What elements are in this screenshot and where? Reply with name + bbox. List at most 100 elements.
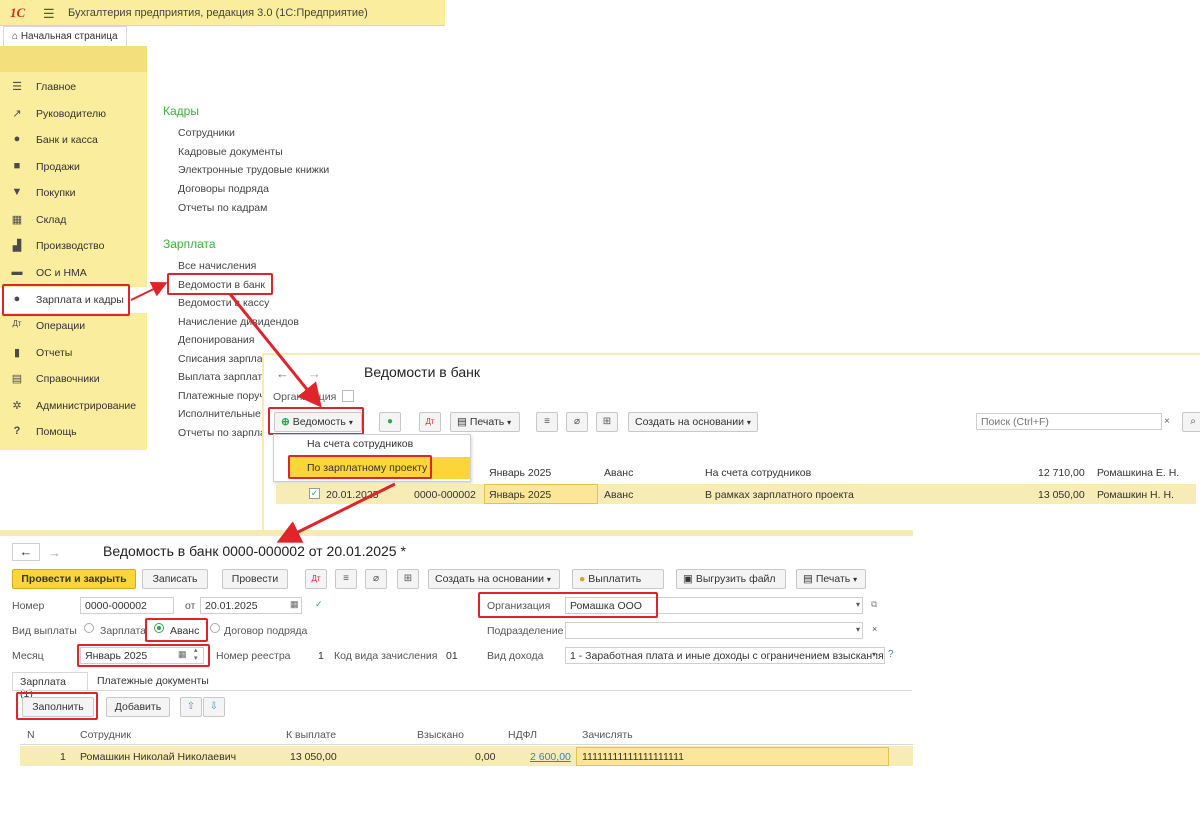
- print-button[interactable]: ▤ Печать ▾: [450, 412, 520, 432]
- sidebar-item-help[interactable]: ? Помощь: [0, 419, 147, 445]
- export-file-button[interactable]: ▣ Выгрузить файл: [676, 569, 786, 589]
- attach-icon[interactable]: ⌀: [566, 412, 588, 432]
- org-filter-checkbox[interactable]: [342, 390, 354, 402]
- sidebar-item-production[interactable]: ▟ Производство: [0, 233, 147, 259]
- copy-document-icon[interactable]: ●: [379, 412, 401, 432]
- menu-link[interactable]: Электронные трудовые книжки: [178, 164, 329, 176]
- chevron-down-icon[interactable]: ▾: [872, 650, 877, 659]
- radio-contract-label: Договор подряда: [224, 625, 308, 637]
- list-icon[interactable]: ≡: [536, 412, 558, 432]
- dt-kt-icon[interactable]: Дт: [305, 569, 327, 589]
- create-based-on-button[interactable]: Создать на основании ▾: [628, 412, 758, 432]
- list-icon[interactable]: ≡: [335, 569, 357, 589]
- truck-icon: ▬: [11, 266, 23, 278]
- dropdown-item-employee-accounts[interactable]: На счета сотрудников: [307, 438, 413, 450]
- sidebar-item-manager[interactable]: ↗ Руководителю: [0, 101, 147, 127]
- posted-checkmark-icon: ✓: [309, 488, 320, 499]
- chevron-down-icon[interactable]: ▾: [856, 600, 860, 609]
- date-field[interactable]: 20.01.2025: [200, 597, 302, 614]
- registry-value[interactable]: 1: [318, 650, 324, 662]
- pay-button[interactable]: ● Выплатить: [572, 569, 664, 589]
- sidebar-item-admin[interactable]: ✲ Администрирование: [0, 393, 147, 419]
- sidebar-item-label: Руководителю: [36, 108, 107, 120]
- menu-link[interactable]: Начисление дивидендов: [178, 316, 299, 328]
- sidebar-item-assets[interactable]: ▬ ОС и НМА: [0, 260, 147, 286]
- cart-icon: ▼: [11, 186, 23, 198]
- menu-link[interactable]: Отчеты по кадрам: [178, 202, 267, 214]
- cell-collected: 0,00: [475, 751, 496, 763]
- bar-chart-icon: ▮: [13, 347, 21, 359]
- menu-link[interactable]: Кадровые документы: [178, 146, 283, 158]
- sidebar-item-label: Отчеты: [36, 347, 73, 359]
- forward-arrow-icon[interactable]: →: [308, 366, 321, 381]
- menu-link[interactable]: Ведомости в кассу: [178, 297, 269, 309]
- cell-ndfl[interactable]: 2 600,00: [530, 751, 571, 763]
- cell-n: 1: [60, 751, 66, 763]
- back-arrow-icon[interactable]: ←: [12, 543, 40, 561]
- menu-link[interactable]: Все начисления: [178, 260, 256, 272]
- subdivision-field[interactable]: [565, 622, 863, 639]
- menu-icon[interactable]: ☰: [43, 6, 55, 22]
- create-based-on-label: Создать на основании: [435, 573, 544, 585]
- back-arrow-icon[interactable]: ←: [276, 366, 289, 381]
- move-down-icon[interactable]: ⇩: [203, 697, 225, 717]
- table-row-selected[interactable]: ✓ 20.01.2025 0000-000002 Январь 2025 Ава…: [276, 484, 1196, 504]
- post-button[interactable]: Провести: [222, 569, 288, 589]
- menu-link[interactable]: Выплата зарплаты: [178, 371, 270, 383]
- table-header: N Сотрудник К выплате Взыскано НДФЛ Зачи…: [20, 725, 913, 745]
- calendar-icon[interactable]: ▦: [290, 599, 299, 610]
- sidebar-item-operations[interactable]: Дт Операции: [0, 313, 147, 339]
- radio-contract[interactable]: [210, 623, 220, 633]
- dt-kt-icon[interactable]: Дт: [419, 412, 441, 432]
- attach-icon[interactable]: ⌀: [365, 569, 387, 589]
- clear-icon[interactable]: ×: [1164, 416, 1170, 427]
- export-label: Выгрузить файл: [695, 573, 776, 585]
- post-and-close-button[interactable]: Провести и закрыть: [12, 569, 136, 589]
- clear-icon[interactable]: ×: [872, 624, 877, 634]
- dt-kt-icon: Дт: [12, 319, 22, 328]
- sidebar-item-label: Продажи: [36, 161, 80, 173]
- cell-month: Январь 2025: [489, 467, 552, 479]
- structure-icon[interactable]: ⊞: [596, 412, 618, 432]
- tab-home[interactable]: ⌂ Начальная страница: [3, 26, 127, 46]
- print-label: Печать: [469, 416, 505, 428]
- printer-icon: ▤: [457, 416, 467, 428]
- col-account: Зачислять: [582, 729, 633, 741]
- sidebar-item-bank[interactable]: ● Банк и касса: [0, 127, 147, 153]
- cell-type: Аванс: [604, 467, 634, 479]
- menu-link[interactable]: Списания зарплаты: [178, 353, 275, 365]
- chevron-down-icon[interactable]: ▾: [856, 625, 860, 634]
- forward-arrow-icon[interactable]: →: [48, 545, 61, 560]
- menu-link[interactable]: Депонирования: [178, 334, 254, 346]
- move-up-icon[interactable]: ⇧: [180, 697, 202, 717]
- add-button[interactable]: Добавить: [106, 697, 170, 717]
- sidebar-item-catalogs[interactable]: ▤ Справочники: [0, 366, 147, 392]
- tab-salary[interactable]: Зарплата (1): [12, 672, 88, 700]
- tab-payment-docs[interactable]: Платежные документы: [97, 675, 209, 687]
- save-button[interactable]: Записать: [142, 569, 208, 589]
- open-icon[interactable]: ⧉: [871, 599, 877, 610]
- help-icon[interactable]: ?: [888, 649, 894, 660]
- sidebar-item-warehouse[interactable]: ▦ Склад: [0, 207, 147, 233]
- table-row[interactable]: 1 Ромашкин Николай Николаевич 13 050,00 …: [20, 746, 913, 766]
- structure-icon[interactable]: ⊞: [397, 569, 419, 589]
- search-icon[interactable]: ⌕: [1182, 412, 1200, 432]
- income-kind-field[interactable]: 1 - Заработная плата и иные доходы с огр…: [565, 647, 885, 664]
- section-title-kadry: Кадры: [163, 104, 199, 118]
- number-field[interactable]: 0000-000002: [80, 597, 174, 614]
- table-row[interactable]: Январь 2025 Аванс На счета сотрудников 1…: [276, 462, 1196, 482]
- sidebar-item-label: Производство: [36, 240, 105, 252]
- radio-salary[interactable]: [84, 623, 94, 633]
- menu-link[interactable]: Договоры подряда: [178, 183, 269, 195]
- sidebar-item-main[interactable]: ☰ Главное: [0, 74, 147, 100]
- print-button[interactable]: ▤ Печать ▾: [796, 569, 866, 589]
- create-based-on-button[interactable]: Создать на основании ▾: [428, 569, 560, 589]
- menu-link[interactable]: Сотрудники: [178, 127, 235, 139]
- sidebar-item-purchases[interactable]: ▼ Покупки: [0, 180, 147, 206]
- sidebar-item-reports[interactable]: ▮ Отчеты: [0, 340, 147, 366]
- accrual-code-value[interactable]: 01: [446, 650, 458, 662]
- org-filter-label: Организация: [273, 391, 337, 403]
- sidebar-item-sales[interactable]: ■ Продажи: [0, 154, 147, 180]
- pay-label: Выплатить: [588, 573, 642, 585]
- search-input[interactable]: [976, 413, 1162, 430]
